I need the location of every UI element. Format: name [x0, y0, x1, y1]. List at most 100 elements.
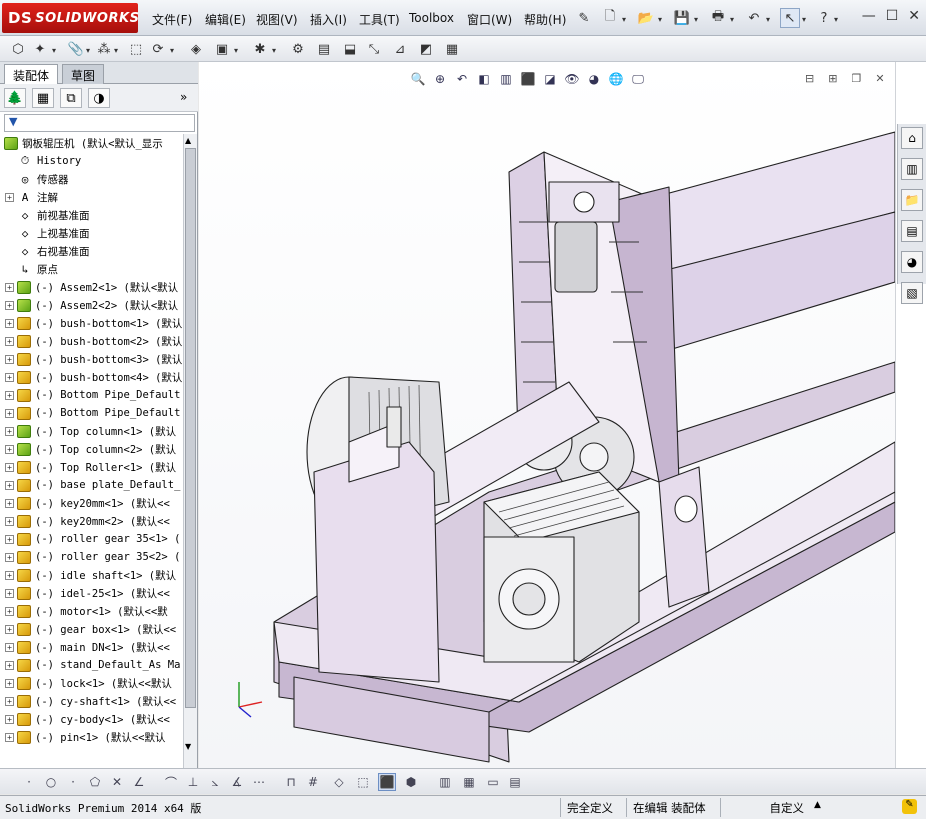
scroll-down-icon[interactable]: ▼ [185, 742, 191, 751]
expand-icon[interactable]: + [5, 318, 14, 328]
plane-icon[interactable]: ◇ [330, 773, 348, 791]
menu-help[interactable]: 帮助(H) [524, 11, 566, 28]
property-manager-icon[interactable]: ▦ [32, 88, 54, 108]
expand-icon[interactable]: + [5, 408, 14, 418]
expand-icon[interactable]: + [5, 390, 14, 400]
tangent-icon[interactable]: ⌒ [162, 773, 180, 791]
assembly-feature-icon[interactable]: ▣ [212, 39, 232, 59]
expand-icon[interactable]: + [5, 552, 14, 562]
expand-icon[interactable]: + [5, 588, 14, 598]
menu-edit[interactable]: 编辑(E) [205, 11, 246, 28]
feature-dropdown-arrow[interactable]: ▾ [234, 46, 238, 55]
expand-icon[interactable]: + [5, 642, 14, 652]
angle-icon[interactable]: ∠ [130, 773, 148, 791]
units-status[interactable]: 自定义 [720, 798, 810, 817]
rotate-component-icon[interactable]: ⟳ [148, 39, 168, 59]
reference-geometry-icon[interactable]: ✱ [250, 39, 270, 59]
solidworks-logo[interactable]: DS SOLIDWORKS [2, 3, 139, 33]
exploded-view-icon[interactable]: ⬓ [340, 39, 360, 59]
new-motion-study-icon[interactable]: ⚙ [288, 39, 308, 59]
custom-properties-icon[interactable]: ▧ [901, 282, 923, 304]
tree-item[interactable]: + (-) idel-25<1> (默认<< [0, 584, 183, 602]
expand-icon[interactable]: + [5, 336, 14, 346]
expand-icon[interactable]: + [5, 300, 14, 310]
circle-icon[interactable]: ○ [42, 773, 60, 791]
reference-dropdown-arrow[interactable]: ▾ [272, 46, 276, 55]
design-library-icon[interactable]: ▥ [901, 158, 923, 180]
units-dropdown-arrow[interactable]: ▲ [814, 800, 821, 810]
tree-item[interactable]: + (-) base plate_Default_ [0, 476, 183, 494]
menu-tools[interactable]: 工具(T) [359, 11, 400, 28]
tree-item[interactable]: + (-) Assem2<2> (默认<默认 [0, 296, 183, 314]
undo-icon[interactable]: ↶ [744, 8, 764, 28]
graphics-area[interactable]: 🔍 ⊕ ↶ ◧ ▥ ⬛ ◪ 👁 ◕ 🌐 🖵 ⊟ ⊞ ❐ ✕ [199, 62, 895, 768]
configuration-manager-icon[interactable]: ⧉ [60, 88, 82, 108]
dot-icon[interactable]: · [64, 773, 82, 791]
expand-icon[interactable]: + [5, 678, 14, 688]
component-icon[interactable]: ▥ [436, 773, 454, 791]
menu-file[interactable]: 文件(F) [152, 11, 192, 28]
expand-icon[interactable]: + [5, 696, 14, 706]
tree-item[interactable]: + (-) gear box<1> (默认<< [0, 620, 183, 638]
select-dropdown-arrow[interactable]: ▾ [802, 15, 806, 24]
intersection-icon[interactable]: ✕ [108, 773, 126, 791]
save-dropdown-arrow[interactable]: ▾ [694, 15, 698, 24]
help-icon[interactable]: ? [814, 8, 834, 28]
expand-icon[interactable]: + [5, 192, 14, 202]
undo-dropdown-arrow[interactable]: ▾ [766, 15, 770, 24]
dimension-icon[interactable]: ⋯ [250, 773, 268, 791]
expand-panel-icon[interactable]: » [180, 90, 187, 104]
materials-icon[interactable]: ▦ [460, 773, 478, 791]
tree-item[interactable]: + (-) lock<1> (默认<<默认 [0, 674, 183, 692]
tree-item[interactable]: ↳ 原点 [0, 260, 183, 278]
solidworks-resources-icon[interactable]: ⌂ [901, 127, 923, 149]
table-icon[interactable]: ▤ [506, 773, 524, 791]
show-hidden-icon[interactable]: ◈ [186, 39, 206, 59]
tree-item[interactable]: ◇ 前视基准面 [0, 206, 183, 224]
mate-dropdown-arrow[interactable]: ▾ [86, 46, 90, 55]
grid-icon[interactable]: # [304, 773, 322, 791]
tree-scrollbar[interactable]: ▲ ▼ [183, 134, 197, 774]
tree-item[interactable]: + (-) Top column<1> (默认 [0, 422, 183, 440]
point-icon[interactable]: · [20, 773, 38, 791]
pattern-dropdown-arrow[interactable]: ▾ [114, 46, 118, 55]
rebuild-icon[interactable]: ✎ [902, 799, 917, 814]
window-layout-icon[interactable]: ▭ [484, 773, 502, 791]
new-dropdown-arrow[interactable]: ▾ [622, 15, 626, 24]
appearances-icon[interactable]: ◕ [901, 251, 923, 273]
move-dropdown-arrow[interactable]: ▾ [170, 46, 174, 55]
tree-item[interactable]: + (-) cy-shaft<1> (默认<< [0, 692, 183, 710]
tree-item[interactable]: + (-) Top column<2> (默认 [0, 440, 183, 458]
new-document-icon[interactable]: 🗋 [600, 8, 620, 28]
tree-root[interactable]: 钢板辊压机 (默认<默认_显示 [0, 134, 183, 152]
tree-item[interactable]: + (-) bush-bottom<3> (默认 [0, 350, 183, 368]
print-icon[interactable]: 🖶 [708, 8, 728, 28]
menu-view[interactable]: 视图(V) [256, 11, 298, 28]
tree-item[interactable]: + (-) cy-body<1> (默认<< [0, 710, 183, 728]
expand-icon[interactable]: + [5, 372, 14, 382]
explode-line-icon[interactable]: ⤡ [364, 39, 384, 59]
tree-filter-input[interactable]: ▼ [4, 114, 195, 132]
open-folder-icon[interactable]: 📂 [636, 8, 656, 28]
expand-icon[interactable]: + [5, 660, 14, 670]
view-palette-icon[interactable]: ▤ [901, 220, 923, 242]
pattern-icon[interactable]: ⁂ [94, 39, 114, 59]
expand-icon[interactable]: + [5, 714, 14, 724]
tree-item[interactable]: + (-) Bottom Pipe_Default [0, 404, 183, 422]
tree-item[interactable]: ◇ 上视基准面 [0, 224, 183, 242]
tree-item[interactable]: + (-) motor<1> (默认<<默 [0, 602, 183, 620]
tree-item[interactable]: + (-) roller gear 35<2> ( [0, 548, 183, 566]
move-component-icon[interactable]: ⬚ [126, 39, 146, 59]
display-manager-icon[interactable]: ◑ [88, 88, 110, 108]
tree-item[interactable]: + (-) stand_Default_As Ma [0, 656, 183, 674]
expand-icon[interactable]: + [5, 516, 14, 526]
tree-item[interactable]: + (-) Bottom Pipe_Default [0, 386, 183, 404]
expand-icon[interactable]: + [5, 282, 14, 292]
tree-item[interactable]: + A 注解 [0, 188, 183, 206]
expand-icon[interactable]: + [5, 426, 14, 436]
expand-icon[interactable]: + [5, 354, 14, 364]
tree-scroll-thumb[interactable] [185, 148, 196, 708]
feature-tree-icon[interactable]: 🌲 [4, 88, 26, 108]
tree-item[interactable]: ◎ 传感器 [0, 170, 183, 188]
instant3d-icon[interactable]: ◩ [416, 39, 436, 59]
